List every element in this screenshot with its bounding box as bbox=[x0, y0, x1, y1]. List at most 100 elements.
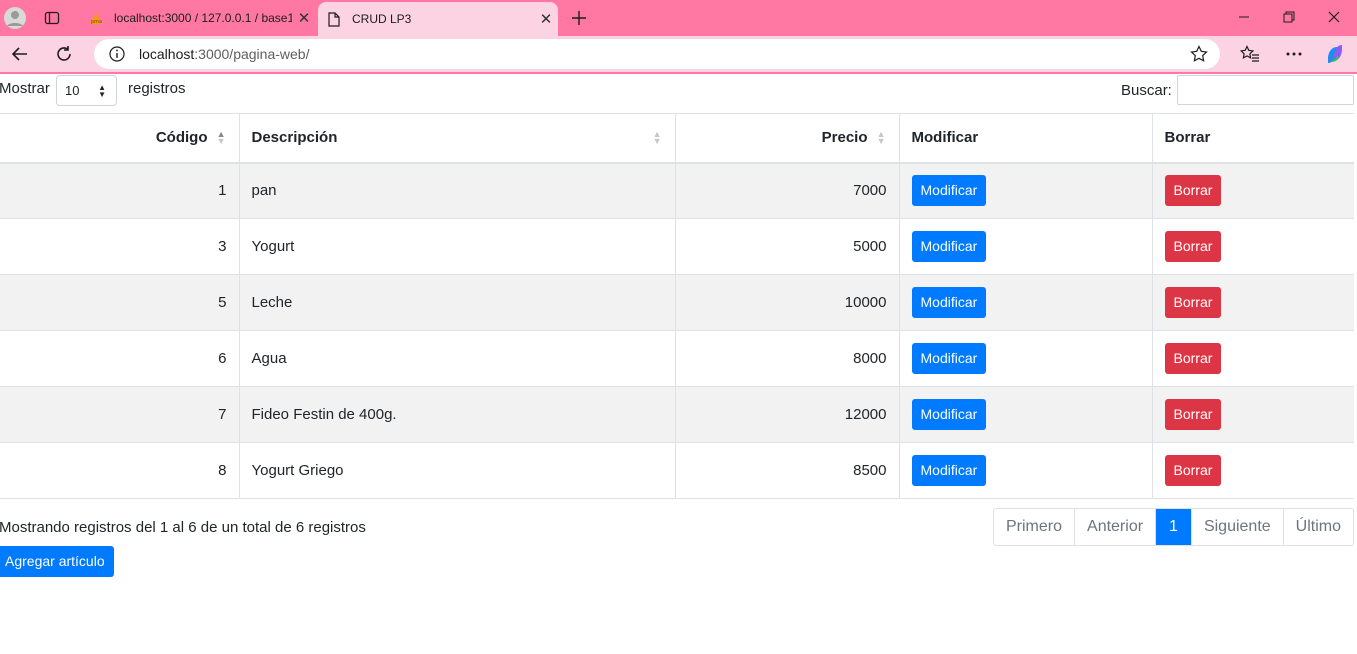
modify-button[interactable]: Modificar bbox=[911, 231, 987, 262]
delete-button[interactable]: Borrar bbox=[1164, 287, 1222, 318]
restore-icon[interactable] bbox=[1266, 0, 1312, 34]
articles-table: Código ▲ ▼ Descripción ▲ ▼ Precio ▲ ▼ Modif… bbox=[0, 113, 1354, 499]
cell-modify: Modificar bbox=[899, 274, 1153, 331]
page-content: Mostrar 10 ▲ ▼ registros Buscar: Código ▲… bbox=[0, 74, 1357, 654]
table-row: 7 Fideo Festin de 400g. 12000 Modificar … bbox=[0, 386, 1354, 443]
cell-delete: Borrar bbox=[1152, 386, 1354, 443]
cell-description: Yogurt bbox=[239, 218, 676, 275]
table-info: Mostrando registros del 1 al 6 de un tot… bbox=[0, 519, 366, 536]
more-options-icon[interactable] bbox=[1280, 40, 1308, 68]
cell-price: 10000 bbox=[675, 274, 900, 331]
page-icon bbox=[326, 11, 342, 27]
site-info-icon[interactable] bbox=[108, 45, 126, 63]
favorite-star-icon[interactable] bbox=[1190, 45, 1208, 68]
pagination: Primero Anterior 1 Siguiente Último bbox=[993, 508, 1355, 546]
records-label: registros bbox=[128, 80, 186, 97]
table-row: 1 pan 7000 Modificar Borrar bbox=[0, 162, 1354, 219]
table-row: 6 Agua 8000 Modificar Borrar bbox=[0, 330, 1354, 387]
header-modify-label: Modificar bbox=[911, 129, 979, 147]
cell-description: Fideo Festin de 400g. bbox=[239, 386, 676, 443]
modify-button[interactable]: Modificar bbox=[911, 175, 987, 207]
back-arrow-icon[interactable] bbox=[6, 40, 34, 68]
modify-button[interactable]: Modificar bbox=[911, 399, 987, 430]
cell-modify: Modificar bbox=[899, 162, 1153, 219]
header-price-label: Precio bbox=[821, 129, 868, 147]
pagination-current-page[interactable]: 1 bbox=[1156, 509, 1192, 545]
url-host: localhost bbox=[139, 46, 195, 62]
tab-phpmyadmin[interactable]: pma localhost:3000 / 127.0.0.1 / base1 ✕ bbox=[80, 3, 316, 33]
cell-code: 8 bbox=[0, 442, 240, 499]
cell-price: 7000 bbox=[675, 162, 900, 219]
select-arrows-icon: ▲ ▼ bbox=[98, 83, 106, 99]
page-length-select[interactable]: 10 ▲ ▼ bbox=[56, 75, 117, 106]
cell-modify: Modificar bbox=[899, 442, 1153, 499]
sort-ascending-icon: ▲ ▼ bbox=[216, 129, 226, 146]
pagination-previous[interactable]: Anterior bbox=[1075, 509, 1157, 545]
pagination-last[interactable]: Último bbox=[1284, 509, 1353, 545]
new-tab-icon[interactable] bbox=[567, 6, 591, 30]
search-input[interactable] bbox=[1177, 75, 1354, 105]
search-label: Buscar: bbox=[1121, 82, 1172, 99]
cell-delete: Borrar bbox=[1152, 442, 1354, 499]
sort-icon: ▲ ▼ bbox=[652, 129, 662, 146]
cell-delete: Borrar bbox=[1152, 218, 1354, 275]
copilot-icon[interactable] bbox=[1321, 40, 1349, 68]
header-description-label: Descripción bbox=[251, 129, 338, 147]
table-header-row: Código ▲ ▼ Descripción ▲ ▼ Precio ▲ ▼ Modif… bbox=[0, 113, 1354, 164]
delete-button[interactable]: Borrar bbox=[1164, 455, 1222, 486]
minimize-icon[interactable] bbox=[1221, 0, 1267, 34]
delete-button[interactable]: Borrar bbox=[1164, 343, 1222, 374]
cell-modify: Modificar bbox=[899, 218, 1153, 275]
modify-button[interactable]: Modificar bbox=[911, 287, 987, 318]
cell-price: 8000 bbox=[675, 330, 900, 387]
table-row: 3 Yogurt 5000 Modificar Borrar bbox=[0, 218, 1354, 275]
length-label: Mostrar bbox=[0, 80, 50, 97]
delete-button[interactable]: Borrar bbox=[1164, 175, 1222, 207]
svg-text:pma: pma bbox=[91, 19, 102, 25]
column-header-modify: Modificar bbox=[899, 113, 1153, 164]
cell-delete: Borrar bbox=[1152, 274, 1354, 331]
tab-title: localhost:3000 / 127.0.0.1 / base1 bbox=[114, 11, 292, 25]
column-header-code[interactable]: Código ▲ ▼ bbox=[0, 113, 240, 164]
close-window-icon[interactable] bbox=[1311, 0, 1357, 34]
table-row: 8 Yogurt Griego 8500 Modificar Borrar bbox=[0, 442, 1354, 499]
cell-code: 6 bbox=[0, 330, 240, 387]
pagination-first[interactable]: Primero bbox=[994, 509, 1076, 545]
cell-description: Yogurt Griego bbox=[239, 442, 676, 499]
profile-icon[interactable] bbox=[3, 6, 27, 30]
cell-price: 5000 bbox=[675, 218, 900, 275]
cell-code: 3 bbox=[0, 218, 240, 275]
cell-price: 8500 bbox=[675, 442, 900, 499]
url-path: :3000/pagina-web/ bbox=[194, 46, 310, 62]
address-bar[interactable]: localhost:3000/pagina-web/ bbox=[94, 39, 1220, 69]
page-length-value: 10 bbox=[65, 83, 80, 98]
tab-actions-icon[interactable] bbox=[40, 6, 64, 30]
table-row: 5 Leche 10000 Modificar Borrar bbox=[0, 274, 1354, 331]
cell-description: Leche bbox=[239, 274, 676, 331]
add-article-button[interactable]: Agregar artículo bbox=[0, 546, 114, 577]
delete-button[interactable]: Borrar bbox=[1164, 231, 1222, 262]
cell-description: pan bbox=[239, 162, 676, 219]
close-tab-icon[interactable]: ✕ bbox=[534, 10, 558, 28]
tab-crud[interactable]: CRUD LP3 ✕ bbox=[318, 2, 558, 36]
pagination-next[interactable]: Siguiente bbox=[1192, 509, 1284, 545]
browser-titlebar: pma localhost:3000 / 127.0.0.1 / base1 ✕… bbox=[0, 0, 1357, 36]
cell-price: 12000 bbox=[675, 386, 900, 443]
column-header-description[interactable]: Descripción ▲ ▼ bbox=[239, 113, 676, 164]
cell-modify: Modificar bbox=[899, 330, 1153, 387]
favorites-icon[interactable] bbox=[1236, 40, 1264, 68]
close-tab-icon[interactable]: ✕ bbox=[292, 9, 316, 27]
url-text[interactable]: localhost:3000/pagina-web/ bbox=[139, 46, 309, 62]
cell-code: 5 bbox=[0, 274, 240, 331]
column-header-delete: Borrar bbox=[1152, 113, 1354, 164]
cell-modify: Modificar bbox=[899, 386, 1153, 443]
refresh-icon[interactable] bbox=[50, 40, 78, 68]
header-delete-label: Borrar bbox=[1164, 129, 1211, 147]
column-header-price[interactable]: Precio ▲ ▼ bbox=[675, 113, 900, 164]
delete-button[interactable]: Borrar bbox=[1164, 399, 1222, 430]
cell-code: 1 bbox=[0, 162, 240, 219]
tab-title: CRUD LP3 bbox=[352, 12, 412, 26]
modify-button[interactable]: Modificar bbox=[911, 343, 987, 374]
modify-button[interactable]: Modificar bbox=[911, 455, 987, 486]
sort-icon: ▲ ▼ bbox=[876, 129, 886, 146]
